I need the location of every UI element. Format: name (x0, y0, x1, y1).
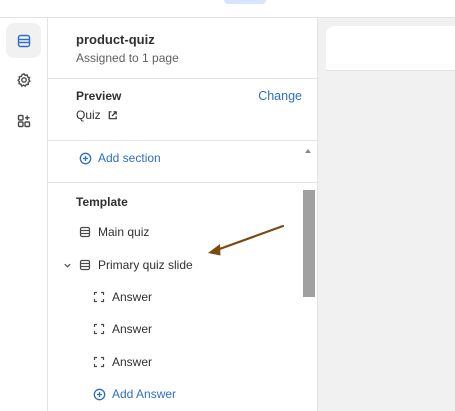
sections-icon (17, 34, 30, 47)
block-answer-label: Answer (112, 322, 153, 336)
section-main-quiz-label: Main quiz (98, 225, 150, 239)
divider (48, 182, 318, 183)
apps-icon (17, 114, 30, 127)
section-main-quiz[interactable]: Main quiz (79, 225, 149, 239)
block-icon (93, 323, 105, 335)
sidebar-rail (0, 18, 48, 411)
template-assignment: Assigned to 1 page (76, 51, 179, 65)
preview-canvas-header (326, 26, 455, 71)
plus-circle-icon (93, 388, 106, 400)
apps-rail-button[interactable] (6, 103, 41, 138)
annotation-arrow-icon (208, 224, 285, 256)
top-bar (0, 0, 455, 18)
template-group-label: Template (76, 195, 128, 209)
change-preview-link[interactable]: Change (258, 89, 302, 103)
section-icon (79, 226, 91, 238)
section-icon (79, 259, 91, 271)
block-icon (93, 356, 105, 368)
block-answer-label: Answer (112, 355, 153, 369)
block-answer-label: Answer (112, 290, 153, 304)
external-link-icon (108, 110, 117, 119)
plus-circle-icon (79, 152, 92, 164)
preview-value[interactable]: Quiz (76, 108, 118, 122)
block-answer[interactable]: Answer (93, 322, 152, 336)
divider (48, 78, 318, 79)
preview-label: Preview (76, 89, 122, 103)
add-section-label: Add section (98, 151, 161, 165)
block-answer[interactable]: Answer (93, 290, 152, 304)
block-answer[interactable]: Answer (93, 355, 152, 369)
block-primary-quiz-slide-label: Primary quiz slide (98, 258, 193, 272)
divider (48, 140, 318, 141)
theme-settings-rail-button[interactable] (6, 62, 41, 97)
gear-icon (16, 72, 31, 87)
template-title: product-quiz (76, 32, 155, 47)
preview-canvas (318, 18, 455, 411)
preview-value-text: Quiz (76, 108, 101, 122)
top-bar-indicator (224, 0, 266, 4)
add-answer-button[interactable]: Add Answer (93, 387, 176, 401)
add-answer-label: Add Answer (112, 387, 177, 401)
panel-scrollbar-thumb[interactable] (303, 190, 315, 297)
sections-rail-button[interactable] (6, 23, 41, 58)
sections-panel: product-quiz Assigned to 1 page Preview … (48, 18, 318, 411)
chevron-down-icon[interactable] (63, 261, 72, 270)
scroll-up-arrow-icon[interactable] (303, 146, 313, 156)
add-section-button[interactable]: Add section (79, 151, 161, 165)
block-icon (93, 291, 105, 303)
block-primary-quiz-slide[interactable]: Primary quiz slide (79, 258, 193, 272)
